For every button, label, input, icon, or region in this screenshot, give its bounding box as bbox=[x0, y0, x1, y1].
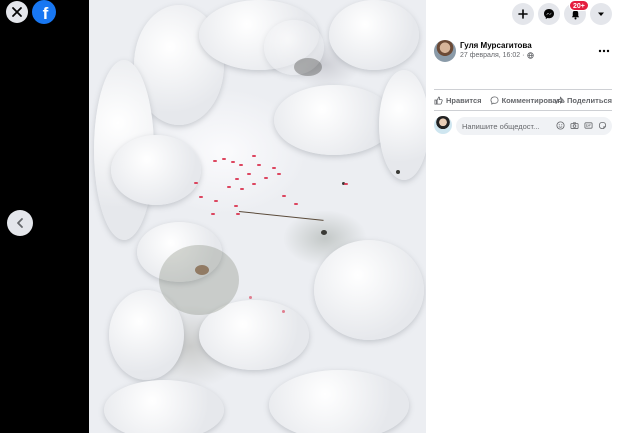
meta-separator: · bbox=[522, 52, 525, 59]
dirt-spot bbox=[195, 265, 209, 275]
dirt-spot bbox=[294, 58, 322, 76]
facebook-logo[interactable]: f bbox=[32, 0, 56, 24]
blood-speck bbox=[227, 186, 231, 188]
account-menu-button[interactable] bbox=[590, 3, 612, 25]
share-icon bbox=[555, 95, 564, 104]
camera-icon[interactable] bbox=[570, 121, 579, 130]
comment-input[interactable]: Напишите общедост... bbox=[456, 117, 612, 135]
post-photo[interactable] bbox=[89, 0, 426, 433]
comment-icon bbox=[490, 95, 499, 105]
blood-speck bbox=[239, 164, 243, 166]
blood-speck bbox=[211, 213, 215, 215]
snow-lump bbox=[379, 70, 426, 180]
blood-speck bbox=[214, 200, 218, 202]
author-name[interactable]: Гуля Мурсагитова bbox=[460, 41, 532, 50]
post-author: Гуля Мурсагитова 27 февраля, 16:02 · bbox=[434, 40, 614, 64]
comment-composer: Напишите общедост... bbox=[434, 116, 612, 136]
sticker-icon[interactable] bbox=[598, 121, 607, 130]
blood-speck bbox=[344, 183, 348, 185]
share-button[interactable]: Поделиться bbox=[555, 96, 612, 105]
globe-icon bbox=[526, 52, 534, 59]
dirt-spot bbox=[396, 170, 400, 174]
chevron-left-icon bbox=[17, 218, 23, 228]
blood-speck bbox=[235, 178, 239, 180]
blood-speck bbox=[257, 164, 261, 166]
previous-photo-button[interactable] bbox=[7, 210, 33, 236]
blood-speck bbox=[234, 205, 238, 207]
snow-lump bbox=[274, 85, 394, 155]
messenger-icon bbox=[544, 9, 554, 19]
snow-lump bbox=[314, 240, 424, 340]
user-avatar[interactable] bbox=[434, 116, 452, 134]
blood-speck bbox=[231, 161, 235, 163]
blood-speck bbox=[247, 173, 251, 175]
post-actions: Нравится Комментировать Поделиться bbox=[434, 92, 612, 108]
blood-speck bbox=[240, 188, 244, 190]
blood-speck bbox=[249, 296, 252, 299]
blood-speck bbox=[252, 183, 256, 185]
blood-speck bbox=[194, 182, 198, 184]
twig bbox=[238, 211, 324, 221]
gif-icon[interactable] bbox=[584, 121, 593, 130]
snow-lump bbox=[104, 380, 224, 433]
blood-speck bbox=[282, 195, 286, 197]
blood-speck bbox=[236, 213, 240, 215]
notifications-button[interactable]: 20+ bbox=[564, 0, 589, 25]
like-button[interactable]: Нравится bbox=[434, 96, 482, 105]
share-label: Поделиться bbox=[566, 95, 612, 105]
post-timestamp[interactable]: 27 февраля, 16:02 bbox=[460, 52, 520, 59]
blood-speck bbox=[199, 196, 203, 198]
caret-down-icon bbox=[598, 12, 604, 16]
blood-speck bbox=[222, 158, 226, 160]
blood-speck bbox=[264, 177, 268, 179]
dirt-spot bbox=[321, 230, 327, 235]
snow-lump bbox=[329, 0, 419, 70]
divider bbox=[434, 110, 612, 111]
emoji-icon[interactable] bbox=[556, 121, 565, 130]
author-avatar[interactable] bbox=[434, 40, 456, 62]
divider bbox=[434, 89, 612, 90]
blood-speck bbox=[272, 167, 276, 169]
comment-input-icons bbox=[556, 121, 607, 130]
thumbs-up-icon bbox=[434, 96, 443, 105]
blood-speck bbox=[213, 160, 217, 162]
snow-lump bbox=[269, 370, 409, 433]
create-button[interactable] bbox=[512, 3, 534, 25]
more-icon bbox=[598, 49, 610, 53]
facebook-logo-letter: f bbox=[42, 4, 49, 23]
blood-speck bbox=[294, 203, 298, 205]
post-panel: 20+ Гуля Мурсагитова 27 февраля, 16:02 · bbox=[426, 0, 620, 433]
comment-placeholder: Напишите общедост... bbox=[462, 121, 540, 131]
blood-speck bbox=[282, 310, 285, 313]
blood-speck bbox=[252, 155, 256, 157]
photo-viewer: f bbox=[0, 0, 426, 433]
post-meta: 27 февраля, 16:02 · bbox=[460, 52, 534, 59]
messenger-button[interactable] bbox=[538, 3, 560, 25]
close-icon bbox=[12, 7, 22, 17]
like-label: Нравится bbox=[446, 95, 482, 105]
notification-badge: 20+ bbox=[569, 0, 589, 11]
blood-speck bbox=[277, 173, 281, 175]
plus-icon bbox=[518, 9, 528, 19]
close-button[interactable] bbox=[6, 1, 28, 23]
photo-viewer-window: f 20+ Гуля Мурсагитова 27 февраля, 16:02… bbox=[0, 0, 620, 433]
comment-button[interactable]: Комментировать bbox=[490, 96, 565, 105]
snow-lump bbox=[111, 135, 201, 205]
post-more-button[interactable] bbox=[598, 45, 610, 56]
dirt-spot bbox=[159, 245, 239, 315]
